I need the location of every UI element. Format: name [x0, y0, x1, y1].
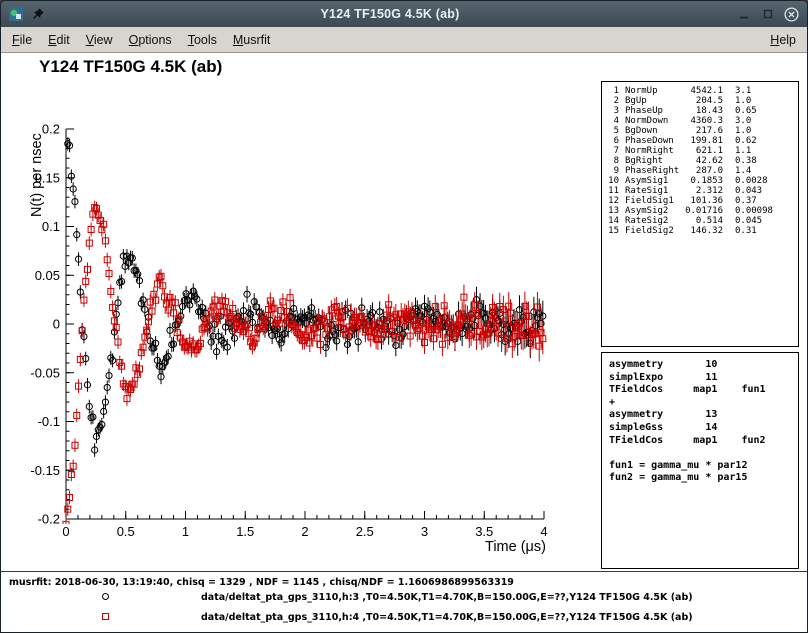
fit-status-line: musrfit: 2018-06-30, 13:19:40, chisq = 1…	[9, 577, 514, 588]
param-row: 8BgRight42.620.38	[607, 156, 793, 166]
open-square-marker-icon	[102, 613, 109, 620]
parameter-table: 1NormUp4542.13.12BgUp204.51.03PhaseUp18.…	[601, 81, 799, 347]
param-row: 12FieldSig1101.360.37	[607, 196, 793, 206]
main-canvas: Y124 TF150G 4.5K (ab) 0.20.150.10.050-0.…	[1, 53, 807, 632]
x-axis	[66, 511, 544, 519]
titlebar-left-icons	[8, 6, 45, 22]
param-row: 10AsymSig10.18530.0028	[607, 176, 793, 186]
svg-text:1: 1	[182, 524, 189, 539]
legend-row: data/deltat_pta_gps_3110,h:3 ,T0=4.50K,T…	[1, 589, 807, 605]
chart-canvas[interactable]: 0.20.150.10.050-0.05-0.1-0.15-0.200.511.…	[1, 93, 601, 573]
svg-text:Time (μs): Time (μs)	[485, 539, 546, 555]
svg-text:0.1: 0.1	[42, 219, 60, 234]
titlebar-right-buttons	[735, 6, 800, 23]
param-row: 15FieldSig2146.320.31	[607, 226, 793, 236]
svg-text:1.5: 1.5	[236, 524, 254, 539]
open-circle-marker-icon	[102, 593, 109, 600]
menu-bar: File Edit View Options Tools Musrfit Hel…	[1, 27, 807, 53]
svg-text:-0.05: -0.05	[30, 365, 60, 380]
menu-options[interactable]: Options	[121, 30, 180, 50]
param-row: 2BgUp204.51.0	[607, 96, 793, 106]
param-row: 6PhaseDown199.810.62	[607, 136, 793, 146]
svg-text:0.05: 0.05	[35, 268, 60, 283]
theory-line: asymmetry 10	[609, 359, 791, 372]
param-row: 1NormUp4542.13.1	[607, 86, 793, 96]
menu-file[interactable]: File	[4, 30, 40, 50]
legend-row: data/deltat_pta_gps_3110,h:4 ,T0=4.50K,T…	[1, 609, 807, 625]
menu-tools[interactable]: Tools	[180, 30, 225, 50]
param-row: 13AsymSig20.017160.00098	[607, 206, 793, 216]
minimize-icon[interactable]	[735, 6, 752, 23]
maximize-icon[interactable]	[759, 6, 776, 23]
param-row: 11RateSig12.3120.043	[607, 186, 793, 196]
theory-line: TFieldCos map1 fun2	[609, 435, 791, 448]
svg-text:2.5: 2.5	[356, 524, 374, 539]
menu-musrfit[interactable]: Musrfit	[225, 30, 279, 50]
svg-text:4: 4	[540, 524, 547, 539]
menu-edit[interactable]: Edit	[40, 30, 78, 50]
theory-line: asymmetry 13	[609, 409, 791, 422]
footer-separator	[1, 571, 807, 572]
theory-line: simpleGss 14	[609, 422, 791, 435]
pin-icon[interactable]	[31, 7, 45, 21]
svg-text:-0.15: -0.15	[30, 463, 60, 478]
app-window: Y124 TF150G 4.5K (ab) File Edit View Opt…	[0, 0, 808, 633]
title-bar[interactable]: Y124 TF150G 4.5K (ab)	[1, 1, 807, 27]
svg-text:-0.2: -0.2	[38, 512, 60, 527]
svg-text:3.5: 3.5	[475, 524, 493, 539]
svg-text:3: 3	[421, 524, 428, 539]
legend-text: data/deltat_pta_gps_3110,h:3 ,T0=4.50K,T…	[201, 592, 693, 603]
menu-view[interactable]: View	[78, 30, 121, 50]
svg-text:2: 2	[301, 524, 308, 539]
param-row: 5BgDown217.61.0	[607, 126, 793, 136]
theory-line: simplExpo 11	[609, 372, 791, 385]
svg-text:N(t) per nsec: N(t) per nsec	[29, 133, 45, 217]
theory-line	[609, 447, 791, 460]
param-row: 7NormRight621.11.1	[607, 146, 793, 156]
svg-text:0.5: 0.5	[117, 524, 135, 539]
app-icon[interactable]	[8, 6, 24, 22]
svg-text:0: 0	[53, 317, 60, 332]
theory-line: fun1 = gamma_mu * par12	[609, 460, 791, 473]
menu-help[interactable]: Help	[762, 30, 804, 50]
theory-box: asymmetry 10simplExpo 11TFieldCos map1 f…	[601, 352, 799, 569]
series-square	[63, 201, 546, 531]
theory-line: TFieldCos map1 fun1	[609, 384, 791, 397]
theory-line: +	[609, 397, 791, 410]
theory-line: fun2 = gamma_mu * par15	[609, 472, 791, 485]
param-row: 3PhaseUp18.430.65	[607, 106, 793, 116]
svg-text:0: 0	[62, 524, 69, 539]
legend-text: data/deltat_pta_gps_3110,h:4 ,T0=4.50K,T…	[201, 612, 693, 623]
close-icon[interactable]	[783, 6, 800, 23]
series-circle	[63, 101, 546, 457]
param-row: 9PhaseRight287.01.4	[607, 166, 793, 176]
param-row: 4NormDown4360.33.0	[607, 116, 793, 126]
plot-title: Y124 TF150G 4.5K (ab)	[39, 57, 222, 77]
window-title: Y124 TF150G 4.5K (ab)	[45, 7, 735, 21]
param-row: 14RateSig20.5140.045	[607, 216, 793, 226]
svg-text:-0.1: -0.1	[38, 414, 60, 429]
